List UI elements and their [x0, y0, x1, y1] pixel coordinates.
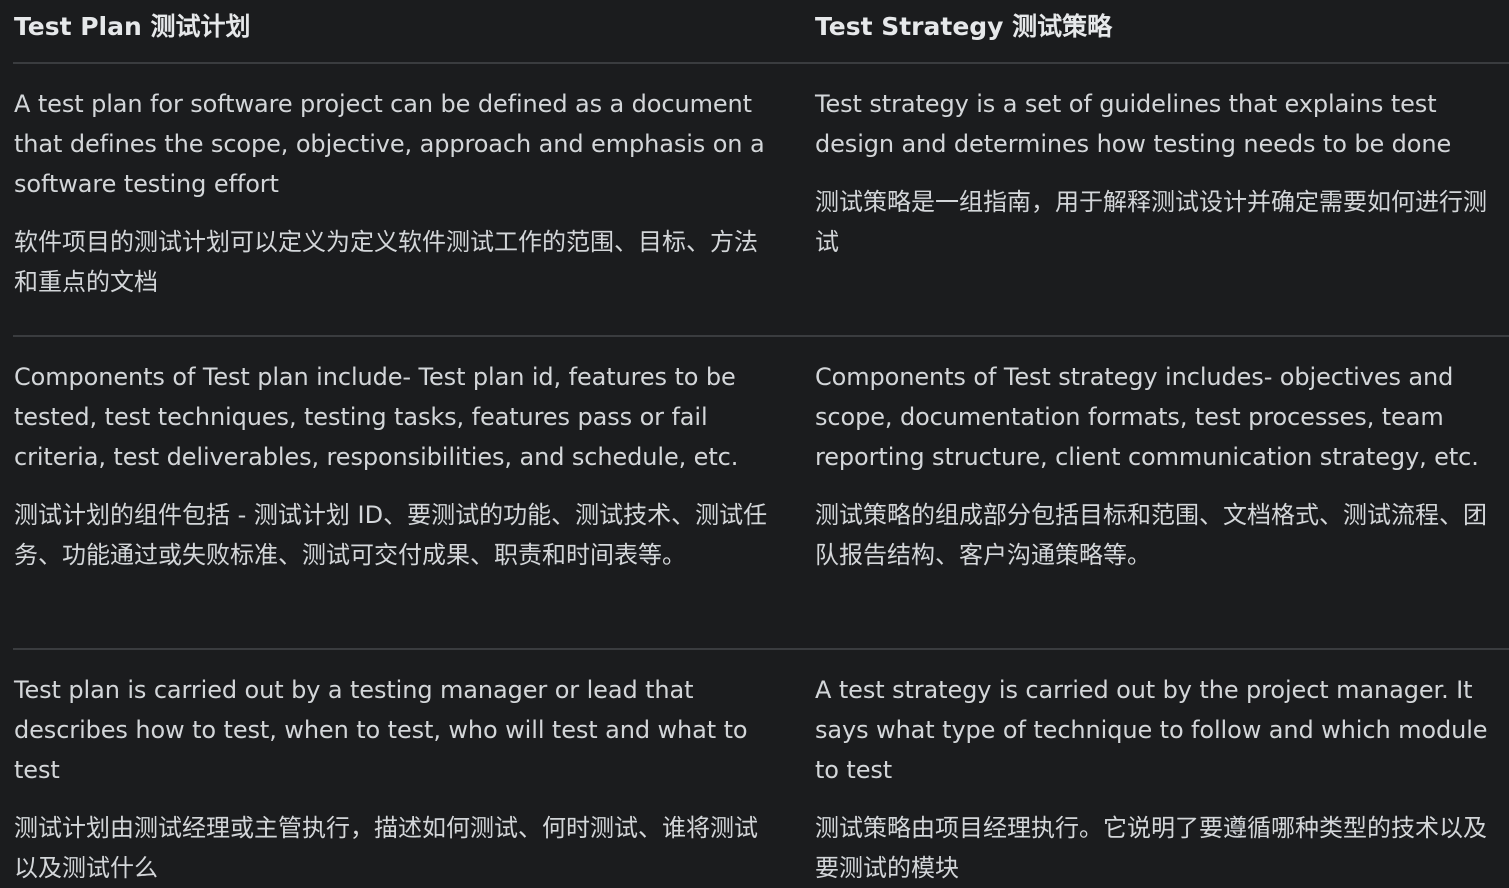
- cell-chinese-text: 测试策略是一组指南，用于解释测试设计并确定需要如何进行测试: [815, 188, 1487, 256]
- header-divider: [13, 62, 1509, 64]
- cell-english-text: A test strategy is carried out by the pr…: [815, 676, 1488, 784]
- table-cell: Test strategy is a set of guidelines tha…: [815, 84, 1507, 262]
- row-divider: [13, 648, 1509, 650]
- table-cell: A test plan for software project can be …: [14, 84, 774, 302]
- row-divider: [13, 335, 1509, 337]
- table-cell: Components of Test strategy includes- ob…: [815, 357, 1507, 575]
- cell-chinese-text: 测试策略由项目经理执行。它说明了要遵循哪种类型的技术以及要测试的模块: [815, 814, 1487, 882]
- table-cell: Components of Test plan include- Test pl…: [14, 357, 774, 575]
- table-header: Test Plan 测试计划 Test Strategy 测试策略: [0, 0, 1509, 63]
- cell-english-text: Test plan is carried out by a testing ma…: [14, 676, 748, 784]
- header-test-strategy: Test Strategy 测试策略: [815, 12, 1113, 41]
- cell-english-text: Components of Test strategy includes- ob…: [815, 363, 1479, 471]
- table-cell: Test plan is carried out by a testing ma…: [14, 670, 774, 888]
- cell-chinese-text: 测试计划由测试经理或主管执行，描述如何测试、何时测试、谁将测试以及测试什么: [14, 814, 758, 882]
- cell-chinese-text: 测试策略的组成部分包括目标和范围、文档格式、测试流程、团队报告结构、客户沟通策略…: [815, 501, 1487, 569]
- cell-english-text: Components of Test plan include- Test pl…: [14, 363, 739, 471]
- cell-chinese-text: 软件项目的测试计划可以定义为定义软件测试工作的范围、目标、方法和重点的文档: [14, 228, 758, 296]
- cell-chinese-text: 测试计划的组件包括 - 测试计划 ID、要测试的功能、测试技术、测试任务、功能通…: [14, 501, 768, 569]
- header-test-plan: Test Plan 测试计划: [14, 12, 251, 41]
- cell-english-text: A test plan for software project can be …: [14, 90, 765, 198]
- cell-english-text: Test strategy is a set of guidelines tha…: [815, 90, 1452, 158]
- table-cell: A test strategy is carried out by the pr…: [815, 670, 1507, 888]
